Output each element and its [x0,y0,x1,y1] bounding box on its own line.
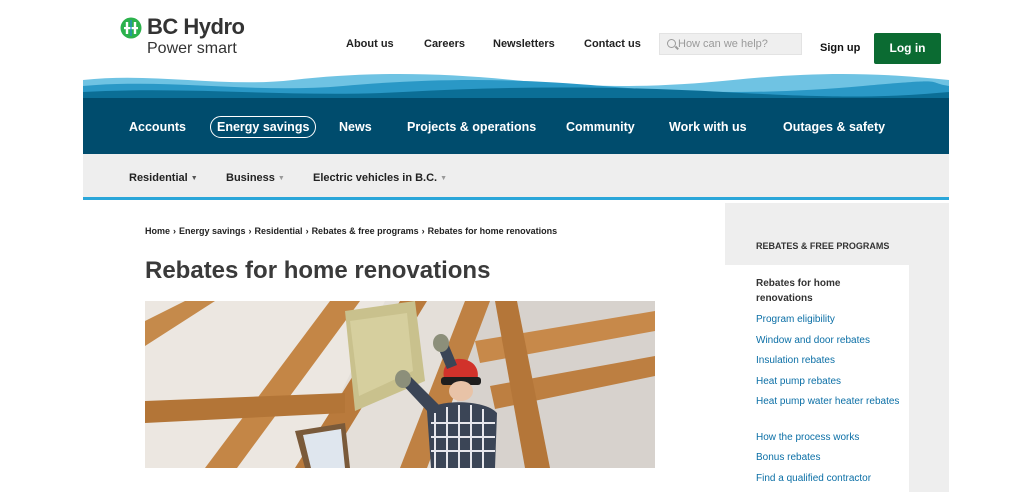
breadcrumb-energy-savings[interactable]: Energy savings [179,226,246,236]
main-nav-community[interactable]: Community [566,120,635,134]
main-nav-news[interactable]: News [339,120,372,134]
nav-link-newsletters[interactable]: Newsletters [493,38,555,50]
log-in-button[interactable]: Log in [874,33,941,64]
main-nav-energy-savings[interactable]: Energy savings [210,116,317,138]
wave-banner [83,74,949,100]
sub-nav: Residential ▼ Business ▼ Electric vehicles… [83,154,949,200]
side-nav: REBATES & FREE PROGRAMS Rebates for home… [725,203,949,492]
search-box[interactable] [659,33,802,55]
sub-nav-business-label: Business [226,172,275,184]
site-header: BC Hydro Power smart About us Careers Ne… [0,0,1024,78]
logo-tagline: Power smart [147,40,237,57]
sub-nav-electric-vehicles[interactable]: Electric vehicles in B.C. ▼ [313,172,447,184]
logo-name: BC Hydro [147,14,245,39]
attic-insulation-illustration [145,301,655,468]
breadcrumb-residential[interactable]: Residential [255,226,303,236]
side-nav-link-find-contractor[interactable]: Find a qualified contractor [756,471,901,486]
main-nav-work-with-us[interactable]: Work with us [669,120,747,134]
caret-down-icon: ▼ [277,175,285,182]
main-nav-outages-safety[interactable]: Outages & safety [783,120,885,134]
sub-nav-residential[interactable]: Residential ▼ [129,172,198,184]
hero-image [145,301,655,468]
search-icon [667,39,676,48]
bc-hydro-logo-icon [120,17,142,39]
sub-nav-business[interactable]: Business ▼ [226,172,285,184]
search-input[interactable] [678,36,798,52]
side-nav-link-heat-pump-rebates[interactable]: Heat pump rebates [756,374,901,389]
sub-nav-residential-label: Residential [129,172,188,184]
side-nav-link-bonus-rebates[interactable]: Bonus rebates [756,450,901,465]
nav-link-contact-us[interactable]: Contact us [584,38,641,50]
breadcrumb-current: Rebates for home renovations [427,226,558,236]
breadcrumb: Home › Energy savings › Residential › Rebates … [145,226,557,236]
sub-nav-electric-vehicles-label: Electric vehicles in B.C. [313,172,438,184]
sign-up-link[interactable]: Sign up [820,42,860,54]
breadcrumb-separator: › [421,226,425,236]
caret-down-icon: ▼ [190,175,198,182]
side-nav-link-insulation-rebates[interactable]: Insulation rebates [756,353,901,368]
main-nav-accounts[interactable]: Accounts [129,120,186,134]
breadcrumb-separator: › [248,226,252,236]
page-title: Rebates for home renovations [145,257,491,284]
side-nav-list: Rebates for home renovations Program eli… [725,265,909,492]
bc-hydro-logo[interactable]: BC Hydro Power smart [120,14,260,64]
side-nav-link-program-eligibility[interactable]: Program eligibility [756,312,901,327]
main-nav: Accounts Energy savings News Projects & … [83,98,949,154]
breadcrumb-rebates[interactable]: Rebates & free programs [312,226,419,236]
main-nav-projects-operations[interactable]: Projects & operations [407,120,536,134]
side-nav-link-heat-pump-water-heater[interactable]: Heat pump water heater rebates [756,394,901,409]
nav-link-careers[interactable]: Careers [424,38,465,50]
breadcrumb-separator: › [305,226,309,236]
nav-link-about-us[interactable]: About us [346,38,394,50]
breadcrumb-separator: › [173,226,177,236]
breadcrumb-home[interactable]: Home [145,226,170,236]
side-nav-link-window-door-rebates[interactable]: Window and door rebates [756,333,901,348]
caret-down-icon: ▼ [440,175,448,182]
side-nav-heading: REBATES & FREE PROGRAMS [756,241,890,251]
side-nav-current[interactable]: Rebates for home renovations [756,276,896,306]
side-nav-link-how-process-works[interactable]: How the process works [756,430,901,445]
